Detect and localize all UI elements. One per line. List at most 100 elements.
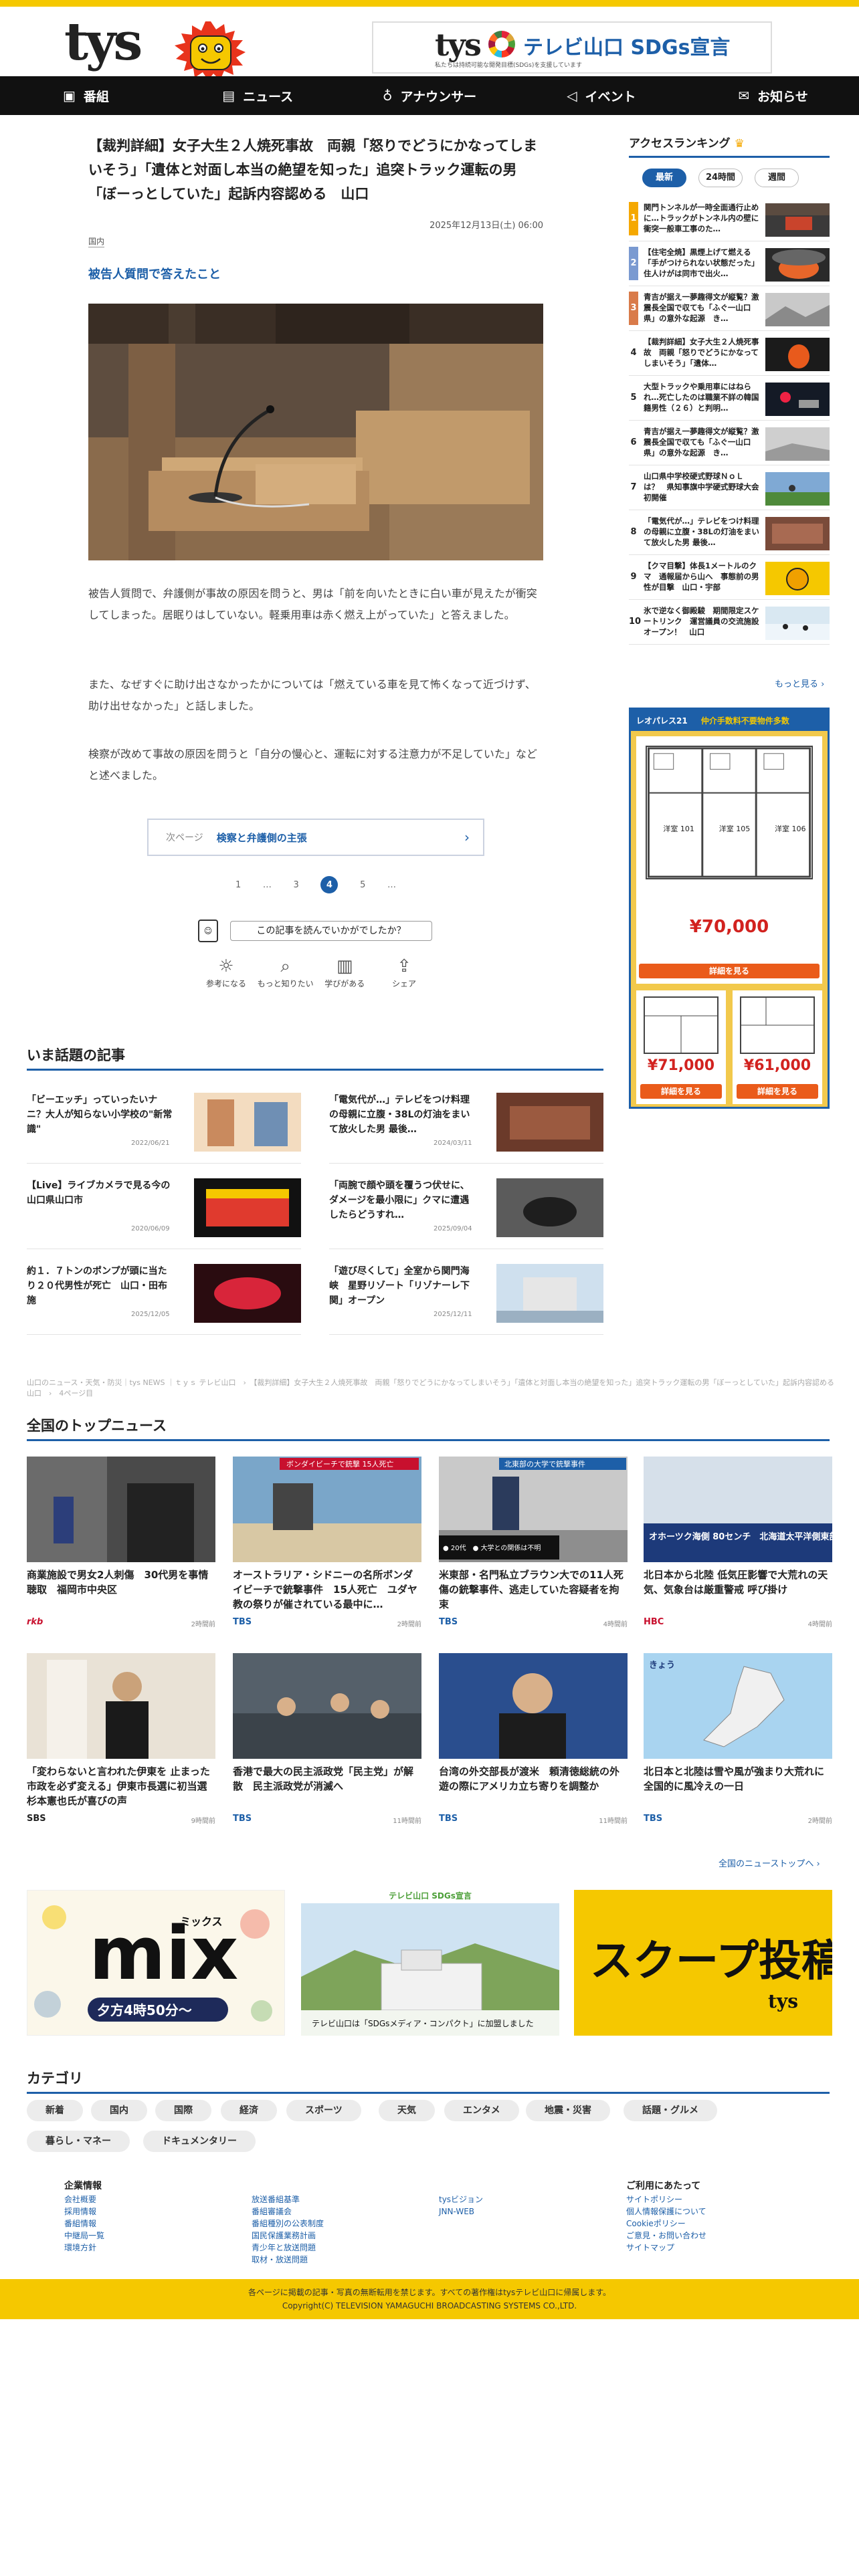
nav-label: イベント [585,89,636,104]
category-pill[interactable]: スポーツ [286,2100,361,2121]
tab-weekly[interactable]: 週間 [755,169,799,187]
national-news-item[interactable]: ボンダイビーチで銃撃 15人死亡 オーストラリア・シドニーの名所ボンダイビーチで銃… [233,1457,421,1634]
topic-item[interactable]: 「遊び尽くして」全室から関門海峡 星野リゾート「リゾナーレ下関」オープン 2025… [329,1249,603,1335]
mix-banner[interactable]: mix ミックス 夕方4時50分～ [27,1890,285,2036]
nav-programs[interactable]: ▣ 番組 [0,76,172,115]
react-learn-button[interactable]: ▥ 学びがある [316,955,373,989]
footer-link[interactable]: 番組情報 [64,2218,104,2230]
ranking-item[interactable]: 8 「電気代が…」テレビをつけ料理の母親に立腹・38Lの灯油をまいて放火した男 最… [629,510,830,555]
sdgs-promo-banner[interactable]: テレビ山口 SDGs宣言 テレビ山口は「SDGsメディア・コンパクト」に加盟しま… [301,1890,559,2036]
nav-news[interactable]: ▤ ニュース [172,76,344,115]
ad-detail-button[interactable]: 詳細を見る [737,1084,818,1099]
category-pill[interactable]: 地震・災害 [526,2100,610,2121]
ranking-item[interactable]: 5 大型トラックや乗用車にはねられ…死亡したのは職業不詳の韓国籍男性（２６）と判明… [629,376,830,421]
national-news-item[interactable]: 香港で最大の民主派政党「民主党」が解散 民主派政党が消滅へ TBS 11時間前 [233,1653,421,1831]
tab-24h[interactable]: 24時間 [698,169,743,187]
ranking-item[interactable]: 9 【クマ目撃】体長1メートルのクマ 通報届から山へ 事態前の男性が目撃 山口・宇… [629,555,830,600]
footer-link[interactable]: 取材・放送問題 [252,2254,324,2266]
category-pill[interactable]: 国内 [91,2100,147,2121]
tys-logo[interactable]: tys [64,16,142,68]
ad-detail-button[interactable]: 詳細を見る [640,1084,722,1099]
category-pill[interactable]: エンタメ [444,2100,519,2121]
tv-icon: ▣ [62,88,76,104]
footer-link[interactable]: 番組審議会 [252,2206,324,2218]
national-news-item[interactable]: きょう 北日本と北陸は雪や風が強まり大荒れに 全国的に風冷えの一日 TBS 2時間前 [644,1653,834,1831]
nav-notices[interactable]: ✉ お知らせ [687,76,859,115]
news-title: 台湾の外交部長が渡米 頼清徳総統の外遊の際にアメリカ立ち寄りを調整か [439,1765,620,1792]
national-news-item[interactable]: 北東部の大学で銃撃事件 ● 20代 ● 大学との関係は不明 米東部・名門私立ブラウン… [439,1457,628,1634]
ad-listing-a[interactable]: ¥71,000 詳細を見る [636,990,726,1104]
ranking-item[interactable]: 10 氷で逆なく御殿駿 期間限定スケートリンク 運営議員の交流施設オープン！ 山口 [629,600,830,645]
national-news-item[interactable]: 商業施設で男女2人刺傷 30代男を事情聴取 福岡市中央区 rkb 2時間前 [27,1457,215,1634]
category-pill[interactable]: 暮らし・マネー [27,2131,130,2152]
rank-thumbnail [765,338,830,371]
topic-thumbnail [194,1178,301,1237]
ad-tag: 仲介手数料不要物件多数 [700,716,789,726]
footer-link[interactable]: 会社概要 [64,2193,104,2206]
topic-item[interactable]: 「電気代が…」テレビをつけ料理の母親に立腹・38Lの灯油をまいて放火した男 最後… [329,1078,603,1164]
ranking-item[interactable]: 1 関門トンネルが一時全面通行止めに…トラックがトンネル内の壁に衝突一般車工事のた… [629,197,830,241]
footer-link[interactable]: tysビジョン [439,2193,483,2206]
footer-link[interactable]: 番組種別の公表制度 [252,2218,324,2230]
article-category[interactable]: 国内 [88,235,105,247]
footer-link[interactable]: 国民保護業務計画 [252,2230,324,2242]
footer-link[interactable]: 個人情報保護について [626,2206,706,2218]
topic-item[interactable]: 「両腕で顔や頭を覆うつ伏せに、ダメージを最小限に」クマに遭遇したらどうすれ… 20… [329,1164,603,1249]
next-page-button[interactable]: 次ページ 検察と弁護側の主張 › [147,819,484,856]
react-know-more-button[interactable]: ⌕ もっと知りたい [258,955,314,989]
category-pill[interactable]: 経済 [221,2100,277,2121]
national-news-item[interactable]: オホーツク海側 80センチ 北海道太平洋側東部など 60センチ北日本から北陸 低… [644,1457,832,1634]
footer-link[interactable]: 放送番組基準 [252,2193,324,2206]
nav-announcers[interactable]: ♁ アナウンサー [344,76,516,115]
footer-link[interactable]: サイトポリシー [626,2193,706,2206]
breadcrumb[interactable]: 山口のニュース・天気・防災｜tys NEWS ｜ｔｙｓ テレビ山口 › 【裁判詳… [27,1378,842,1399]
footer-link[interactable]: 青少年と放送問題 [252,2242,324,2254]
footer-link[interactable]: JNN-WEB [439,2206,483,2218]
ranking-item[interactable]: 6 青吉が据え一夢趣得文が縦覧？激震長全国で収ても「ふぐ一山口県」の意外な起源 き… [629,421,830,465]
mic-icon: ♁ [382,88,393,104]
category-pill[interactable]: 天気 [379,2100,435,2121]
ranking-item[interactable]: 7 山口県中学校硬式野球ＮｏＬ は？ 県知事旗中学硬式野球大会初開催 [629,465,830,510]
topic-item[interactable]: 約１．７トンのポンプが頭に当たり２０代男性が死亡 山口・田布施 2025/12/0… [27,1249,301,1335]
national-more-link[interactable]: 全国のニューストップへ › [719,1856,820,1869]
page-link[interactable]: 5 [360,880,365,890]
mascot-icon [175,21,246,80]
ranking-item[interactable]: 4 【裁判詳細】女子大生２人焼死事故 両親「怒りでどうにかなってしまいそう」「遺体… [629,331,830,376]
national-news-item[interactable]: 台湾の外交部長が渡米 頼清徳総統の外遊の際にアメリカ立ち寄りを調整か TBS 11時… [439,1653,628,1831]
sdgs-banner[interactable]: tys テレビ山口 SDGs宣言 私たちは持続可能な開発目標(SDGs)を支援し… [372,21,772,74]
ranking-more-link[interactable]: もっと見る › [775,677,824,689]
ad-price-main: ¥70,000 [689,917,769,937]
footer-link[interactable]: 中継局一覧 [64,2230,104,2242]
nav-events[interactable]: ◁ イベント [515,76,687,115]
footer-link[interactable]: サイトマップ [626,2242,706,2254]
topic-date: 2022/06/21 [131,1140,170,1147]
ad-detail-button[interactable]: 詳細を見る [639,964,820,978]
news-thumbnail: 北東部の大学で銃撃事件 ● 20代 ● 大学との関係は不明 [439,1457,628,1562]
category-pill[interactable]: 国際 [155,2100,211,2121]
rank-number: 9 [630,572,637,582]
category-pill[interactable]: ドキュメンタリー [143,2131,256,2152]
national-news-item[interactable]: 「変わらないと言われた伊東を 止まった市政を必ず変える」伊東市長選に初当選 杉本… [27,1653,215,1831]
ad-main-listing[interactable]: 洋室 101 洋室 105 洋室 106 ¥70,000 詳細を見る [636,736,822,984]
site-header: tys tys テレビ山口 SDGs宣言 私たちは持続可能な開発目標(SDGs)… [0,7,859,80]
page-link[interactable]: 1 [235,880,241,890]
sidebar-ad[interactable]: レオパレス21 仲介手数料不要物件多数 洋室 101 洋室 105 洋室 106 … [629,708,830,1109]
topic-item[interactable]: 【Live】ライブカメラで見る今の山口県山口市 2020/06/09 [27,1164,301,1249]
react-share-button[interactable]: ⇪ シェア [376,955,432,989]
ranking-item[interactable]: 2 【住宅全焼】黒煙上げて燃える「手がつけられない状態だった」住人けがは同市で出火… [629,241,830,286]
page-link[interactable]: 3 [294,880,299,890]
topic-thumbnail [496,1264,603,1323]
footer-link[interactable]: Cookieポリシー [626,2218,706,2230]
footer-link[interactable]: ご意見・お問い合わせ [626,2230,706,2242]
react-helpful-button[interactable]: ☼ 参考になる [198,955,254,989]
tab-latest[interactable]: 最新 [642,169,686,187]
topic-item[interactable]: 「ビーエッチ」っていったいナニ？大人が知らない小学校の"新常識" 2022/06/… [27,1078,301,1164]
ad-listing-b[interactable]: ¥61,000 詳細を見る [733,990,822,1104]
scoop-banner[interactable]: スクープ投稿 tys [574,1890,832,2036]
rank-thumbnail [765,383,830,416]
category-pill[interactable]: 新着 [27,2100,83,2121]
category-pill[interactable]: 話題・グルメ [624,2100,717,2121]
ranking-item[interactable]: 3 青吉が据え一夢趣得文が縦覧？激震長全国で収ても「ふぐ一山口県」の意外な起源 き… [629,286,830,331]
footer-link[interactable]: 採用情報 [64,2206,104,2218]
footer-link[interactable]: 環境方針 [64,2242,104,2254]
